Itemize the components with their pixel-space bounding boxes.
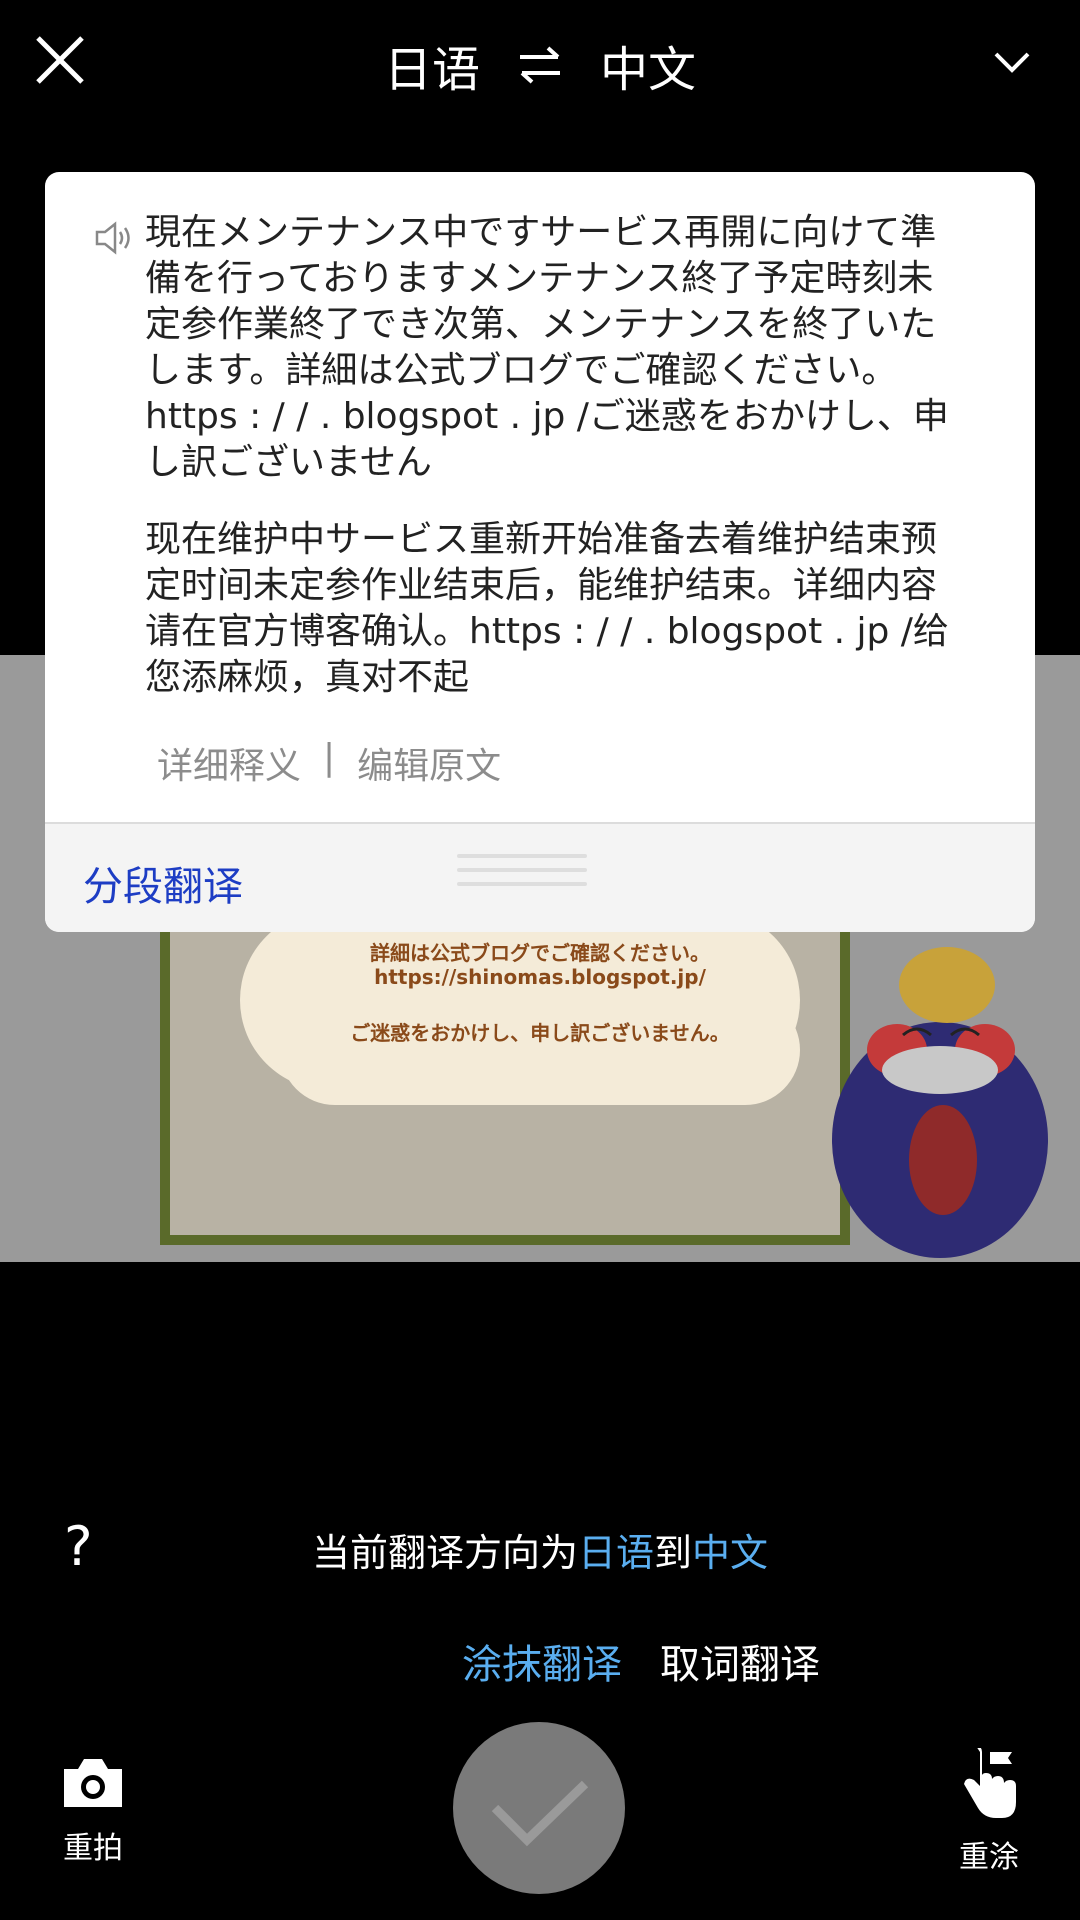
- smear-translate-tab[interactable]: 涂抹翻译: [462, 1632, 622, 1690]
- detail-definition-link[interactable]: 详细释义: [157, 737, 301, 789]
- language-switcher[interactable]: 日语 中文: [0, 30, 1080, 100]
- swap-arrows-icon[interactable]: [516, 45, 564, 85]
- redo-label: 重涂: [959, 1840, 1019, 1875]
- confirm-button[interactable]: [453, 1722, 625, 1894]
- direction-source: 日语: [577, 1531, 654, 1575]
- drag-handle[interactable]: [457, 854, 587, 896]
- edit-original-link[interactable]: 编辑原文: [357, 737, 501, 789]
- segment-translate-button[interactable]: 分段翻译: [83, 854, 243, 912]
- hand-pointer-icon: [964, 1746, 1016, 1818]
- original-text: 現在メンテナンス中ですサービス再開に向けて準備を行っておりますメンテナンス終了予…: [145, 212, 949, 483]
- speaker-icon[interactable]: [93, 220, 133, 256]
- translated-text: 现在维护中サービス重新开始准备去着维护结束预定时间未定参作业结束后，能维护结束。…: [145, 519, 949, 698]
- direction-prefix: 当前翻译方向为: [311, 1531, 578, 1575]
- redo-smear-button[interactable]: 重涂: [955, 1746, 1023, 1876]
- translation-card: 現在メンテナンス中ですサービス再開に向けて準備を行っておりますメンテナンス終了予…: [45, 172, 1035, 932]
- retake-button[interactable]: 重拍: [55, 1755, 131, 1867]
- target-language[interactable]: 中文: [600, 30, 696, 100]
- chevron-down-icon: [994, 52, 1030, 73]
- expand-button[interactable]: [992, 48, 1032, 76]
- translation-direction: 当前翻译方向为日语到中文: [0, 1522, 1080, 1577]
- word-pick-translate-tab[interactable]: 取词翻译: [660, 1632, 820, 1690]
- photo-speech-bubble-lower: [280, 995, 800, 1105]
- checkmark-icon: [491, 1780, 589, 1847]
- mascot-illustration: [832, 947, 1048, 1258]
- card-links: 详细释义 | 编辑原文: [157, 737, 501, 789]
- camera-icon: [64, 1759, 122, 1807]
- card-footer: 分段翻译: [45, 822, 1035, 932]
- direction-target: 中文: [692, 1531, 769, 1575]
- source-language[interactable]: 日语: [384, 30, 480, 100]
- link-separator: |: [323, 737, 336, 778]
- retake-label: 重拍: [63, 1831, 123, 1866]
- direction-connector: 到: [654, 1531, 693, 1575]
